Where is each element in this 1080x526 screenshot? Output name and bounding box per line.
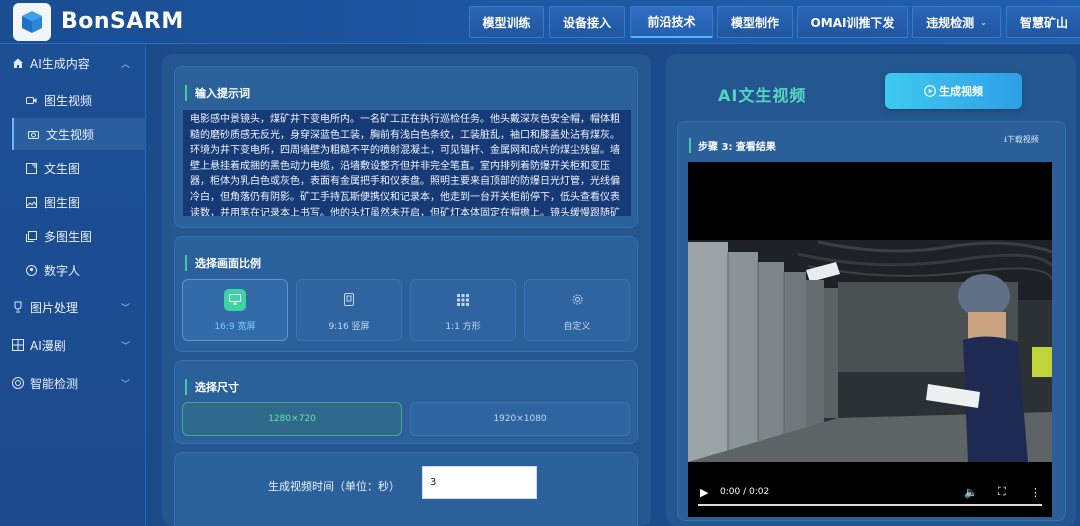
sidebar-item-digital-human[interactable]: 数字人 bbox=[12, 254, 146, 286]
fullscreen-icon[interactable]: ⛶ bbox=[998, 485, 1006, 499]
sidebar-group-label: 图片处理 bbox=[30, 300, 79, 315]
multi-image-icon bbox=[26, 230, 37, 242]
ratio-1-1-button[interactable]: 1:1 方形 bbox=[410, 279, 516, 341]
nav-frontier-tech[interactable]: 前沿技术 bbox=[630, 6, 713, 38]
duration-label: 生成视频时间（单位：秒） bbox=[268, 480, 400, 493]
ratio-label: 9:16 竖屏 bbox=[328, 321, 370, 332]
home-icon bbox=[13, 58, 23, 68]
chevron-down-icon: ﹀ bbox=[120, 379, 130, 390]
result-panel-title: AI文生视频 bbox=[718, 86, 807, 105]
download-label: 下载视频 bbox=[1006, 135, 1039, 144]
video-time: 0:00 / 0:02 bbox=[720, 487, 770, 497]
sidebar-group-label: AI生成内容 bbox=[30, 56, 90, 71]
volume-icon[interactable]: 🔈 bbox=[964, 486, 978, 499]
sidebar-item-label: 多图生图 bbox=[44, 229, 93, 244]
prompt-title: 输入提示词 bbox=[185, 85, 250, 101]
target-icon bbox=[12, 377, 24, 389]
size-title: 选择尺寸 bbox=[185, 379, 239, 395]
prompt-textarea[interactable]: 电影感中景镜头，煤矿井下变电所内。一名矿工正在执行巡检任务。他头戴深灰色安全帽，… bbox=[183, 110, 631, 216]
play-icon[interactable]: ▶ bbox=[700, 486, 708, 499]
size-label: 1280×720 bbox=[268, 414, 316, 424]
step-title: 步骤 3: 查看结果 bbox=[689, 138, 776, 153]
monitor-icon bbox=[224, 288, 246, 311]
ratio-9-16-button[interactable]: 9:16 竖屏 bbox=[296, 279, 402, 341]
sidebar-group-ai-comic[interactable]: AI漫剧 ﹀ bbox=[0, 328, 146, 362]
sidebar-group-image-processing[interactable]: 图片处理 ﹀ bbox=[0, 290, 146, 324]
person-icon bbox=[26, 264, 37, 276]
sidebar-item-image-to-image[interactable]: 图生图 bbox=[12, 186, 146, 218]
gear-icon bbox=[566, 289, 588, 311]
nav-model-training[interactable]: 模型训练 bbox=[469, 6, 544, 38]
sidebar-group-label: AI漫剧 bbox=[30, 338, 66, 353]
ratio-label: 自定义 bbox=[563, 321, 591, 332]
generate-video-button[interactable]: 生成视频 bbox=[885, 73, 1022, 109]
chevron-up-icon: ︿ bbox=[120, 59, 130, 70]
sidebar-item-label: 文生图 bbox=[44, 161, 81, 176]
nav-omai-deploy[interactable]: OMAI训推下发 bbox=[797, 6, 908, 38]
sidebar-group-label: 智能检测 bbox=[30, 376, 79, 391]
size-label: 1920×1080 bbox=[493, 414, 547, 424]
generate-video-label: 生成视频 bbox=[939, 85, 983, 98]
ratio-title: 选择画面比例 bbox=[185, 255, 261, 271]
chevron-down-icon: ﹀ bbox=[120, 303, 130, 314]
top-bar: BonSARM 模型训练 设备接入 前沿技术 模型制作 OMAI训推下发 违规检… bbox=[0, 0, 1080, 44]
sidebar-item-text-to-video[interactable]: 文生视频 bbox=[12, 118, 146, 150]
duration-card bbox=[174, 452, 638, 526]
nav-label: 模型训练 bbox=[482, 15, 531, 30]
video-player[interactable] bbox=[688, 162, 1052, 517]
tablet-icon bbox=[338, 289, 360, 311]
video-controls: ▶ 0:00 / 0:02 🔈 ⛶ ⋮ bbox=[688, 477, 1052, 507]
cube-logo-icon bbox=[22, 11, 42, 33]
nav-label: 前沿技术 bbox=[647, 15, 696, 29]
chevron-down-icon: ﹀ bbox=[120, 341, 130, 352]
ratio-custom-button[interactable]: 自定义 bbox=[524, 279, 630, 341]
sidebar-item-label: 文生视频 bbox=[46, 127, 95, 142]
nav-model-making[interactable]: 模型制作 bbox=[717, 6, 793, 38]
ratio-label: 1:1 方形 bbox=[445, 321, 481, 332]
video-frame-image bbox=[688, 162, 1052, 517]
play-circle-icon bbox=[924, 85, 936, 97]
nav-label: OMAI训推下发 bbox=[810, 15, 895, 30]
sidebar-item-label: 图生图 bbox=[44, 195, 81, 210]
video-icon bbox=[26, 96, 37, 104]
camera-icon bbox=[28, 130, 39, 139]
ratio-label: 16:9 宽屏 bbox=[214, 321, 256, 332]
nav-label: 智慧矿山 bbox=[1019, 15, 1068, 30]
sidebar: AI生成内容 ︿ 图生视频 文生视频 文生图 图生图 多图生图 数字人 图片处理… bbox=[0, 44, 146, 526]
nav-label: 设备接入 bbox=[562, 15, 611, 30]
brand-name: BonSARM bbox=[61, 9, 184, 34]
grid-icon bbox=[12, 339, 24, 351]
sidebar-group-ai-content[interactable]: AI生成内容 ︿ bbox=[0, 46, 146, 80]
nav-smart-mine[interactable]: 智慧矿山 bbox=[1006, 6, 1080, 38]
size-1280x720-button[interactable]: 1280×720 bbox=[182, 402, 402, 436]
nav-label: 违规检测 bbox=[926, 15, 975, 30]
nav-label: 模型制作 bbox=[730, 15, 779, 30]
trophy-icon bbox=[14, 301, 22, 313]
image-icon bbox=[26, 196, 37, 208]
nav-device-access[interactable]: 设备接入 bbox=[549, 6, 625, 38]
ratio-16-9-button[interactable]: 16:9 宽屏 bbox=[182, 279, 288, 341]
sidebar-item-label: 图生视频 bbox=[44, 93, 93, 108]
chevron-down-icon: ⌄ bbox=[980, 17, 987, 27]
size-1920x1080-button[interactable]: 1920×1080 bbox=[410, 402, 630, 436]
brand-logo[interactable] bbox=[13, 3, 51, 41]
grid-dots-icon bbox=[452, 289, 474, 311]
duration-input[interactable] bbox=[422, 466, 537, 499]
sidebar-item-image-to-video[interactable]: 图生视频 bbox=[12, 84, 146, 116]
download-video-link[interactable]: ⭳下载视频 bbox=[1004, 134, 1039, 148]
more-options-icon[interactable]: ⋮ bbox=[1030, 486, 1041, 499]
edit-image-icon bbox=[26, 162, 37, 174]
sidebar-item-multi-image[interactable]: 多图生图 bbox=[12, 220, 146, 252]
sidebar-group-smart-detect[interactable]: 智能检测 ﹀ bbox=[0, 366, 146, 400]
video-progress-bar[interactable] bbox=[698, 504, 1042, 506]
sidebar-item-label: 数字人 bbox=[44, 263, 81, 278]
sidebar-item-text-to-image[interactable]: 文生图 bbox=[12, 152, 146, 184]
nav-violation-detect[interactable]: 违规检测 ⌄ bbox=[912, 6, 1001, 38]
